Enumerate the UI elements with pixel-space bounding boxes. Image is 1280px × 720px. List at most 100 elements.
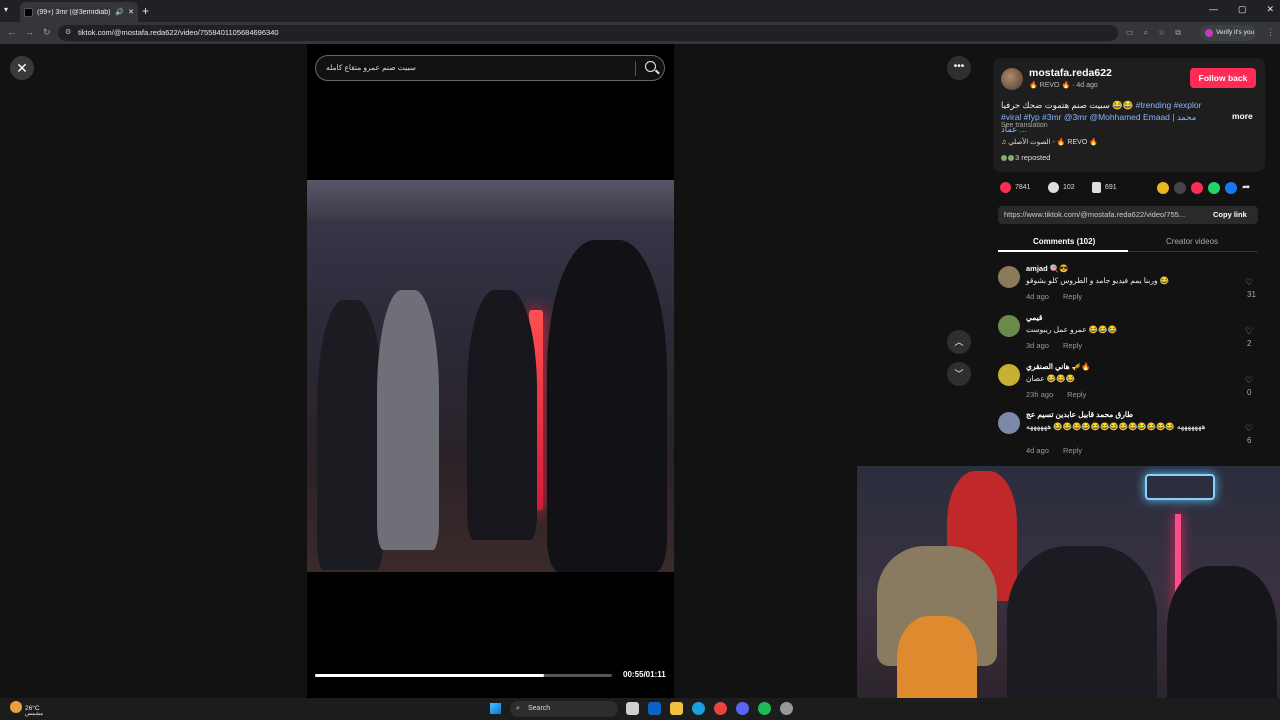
- action-bar: 7841 102 691 ➦: [1000, 182, 1260, 198]
- bookmark-icon: [1092, 182, 1101, 193]
- site-info-icon[interactable]: ⚙: [65, 28, 71, 36]
- comment-avatar[interactable]: [998, 315, 1020, 337]
- comment-avatar[interactable]: [998, 412, 1020, 434]
- extensions-icon[interactable]: ⧉: [1175, 28, 1181, 38]
- comment-item: هاني الصنقري 🎺🔥 عصان 😂😂😂 23h ago Reply ♡ …: [998, 362, 1260, 410]
- zoom-icon[interactable]: ⌕: [1144, 28, 1148, 38]
- search-icon: ⌕: [516, 705, 520, 712]
- comment-author[interactable]: هاني الصنقري 🎺🔥: [1026, 362, 1090, 371]
- weather-widget[interactable]: 26°C مشمس: [10, 701, 43, 717]
- tab-close-icon[interactable]: ✕: [128, 8, 134, 16]
- spotify-icon[interactable]: [758, 702, 771, 715]
- url-field[interactable]: ⚙ tiktok.com/@mostafa.reda622/video/7558…: [58, 25, 1118, 41]
- comment-heart-icon[interactable]: ♡: [1245, 375, 1253, 386]
- video-frame[interactable]: [307, 180, 674, 572]
- taskbar-search-label: Search: [528, 705, 551, 712]
- comment-text: عمرو عمل ريبوست 😂😂😂: [1026, 325, 1117, 334]
- app-icon[interactable]: [780, 702, 793, 715]
- share-arrow-icon[interactable]: ➦: [1242, 182, 1254, 194]
- address-icons: ▭ ⌕ ☆ ⧉: [1126, 28, 1181, 38]
- time-display: 00:55/01:11: [623, 670, 666, 679]
- comment-avatar[interactable]: [998, 364, 1020, 386]
- whatsapp-icon[interactable]: [1208, 182, 1220, 194]
- avatar[interactable]: [1001, 68, 1023, 90]
- maximize-icon[interactable]: ▢: [1238, 4, 1247, 15]
- next-video-button[interactable]: ﹀: [947, 362, 971, 386]
- comment-author[interactable]: طارق محمد قابيل عابدين تسيم عج: [1026, 410, 1133, 419]
- more-button[interactable]: more: [1232, 111, 1253, 121]
- caption: سبيت صنم هتموت ضحك حرفيا 😂😂 #trending #e…: [1001, 99, 1206, 135]
- discord-icon[interactable]: [736, 702, 749, 715]
- verify-button[interactable]: Verify it's you: [1200, 25, 1256, 41]
- comment-heart-icon[interactable]: ♡: [1245, 423, 1253, 434]
- more-options-button[interactable]: •••: [947, 56, 971, 80]
- file-explorer-icon[interactable]: [670, 702, 683, 715]
- cast-icon[interactable]: ▭: [1126, 28, 1134, 38]
- chrome-icon[interactable]: [714, 702, 727, 715]
- new-tab-button[interactable]: +: [142, 4, 149, 18]
- back-icon[interactable]: ←: [7, 27, 16, 37]
- forward-icon[interactable]: →: [25, 27, 34, 37]
- comment-avatar[interactable]: [998, 266, 1020, 288]
- follow-back-button[interactable]: Follow back: [1190, 68, 1256, 88]
- person-figure: [1167, 566, 1277, 720]
- comment-text: عصان 😂😂😂: [1026, 374, 1075, 383]
- send-icon[interactable]: [1191, 182, 1203, 194]
- comment-time: 4d ago: [1026, 446, 1049, 455]
- comment-author[interactable]: قيمي: [1026, 313, 1042, 322]
- like-button[interactable]: 7841: [1000, 182, 1031, 193]
- comment-heart-icon[interactable]: ♡: [1245, 326, 1253, 337]
- repost-icon[interactable]: [1157, 182, 1169, 194]
- browser-tab[interactable]: (99+) 3mr (@3emrdiab) | TikTok 🔊 ✕: [20, 2, 138, 22]
- speaker-icon[interactable]: 🔊: [115, 8, 124, 16]
- comment-button[interactable]: 102: [1048, 182, 1075, 193]
- video-player[interactable]: سبيت صنم عمرو متقاع كامله 00:55/01:11: [307, 44, 674, 698]
- reply-button[interactable]: Reply: [1063, 341, 1082, 350]
- tab-creator-videos[interactable]: Creator videos: [1166, 237, 1218, 246]
- embed-icon[interactable]: [1174, 182, 1186, 194]
- reply-button[interactable]: Reply: [1063, 446, 1082, 455]
- search-icon[interactable]: [645, 61, 656, 72]
- active-tab-indicator: [998, 250, 1128, 252]
- progress-bar[interactable]: [315, 674, 612, 677]
- neon-hex-light: [1145, 474, 1215, 500]
- share-buttons: ➦: [1157, 182, 1254, 194]
- window-close-icon[interactable]: ✕: [1266, 4, 1274, 15]
- tab-list-icon[interactable]: ▾: [4, 5, 8, 14]
- tab-comments[interactable]: Comments (102): [1033, 237, 1095, 246]
- reply-button[interactable]: Reply: [1063, 292, 1082, 301]
- person-figure: [467, 290, 537, 540]
- person-figure: [377, 290, 439, 550]
- search-input[interactable]: سبيت صنم عمرو متقاع كامله: [326, 63, 416, 72]
- taskbar-search[interactable]: ⌕ Search: [510, 701, 618, 717]
- outlook-icon[interactable]: [648, 702, 661, 715]
- comment-item: amjad 🍭😎 وربنا يمم فيديو جامد و الطروس ك…: [998, 264, 1260, 312]
- reload-icon[interactable]: ↻: [43, 27, 51, 38]
- copy-link-button[interactable]: Copy link: [1213, 210, 1247, 219]
- reposted-info[interactable]: 3 reposted: [1001, 153, 1050, 162]
- username[interactable]: mostafa.reda622: [1029, 67, 1112, 79]
- search-bar[interactable]: سبيت صنم عمرو متقاع كامله: [315, 55, 665, 81]
- save-button[interactable]: 691: [1092, 182, 1117, 193]
- minimize-icon[interactable]: —: [1209, 4, 1218, 15]
- facebook-icon[interactable]: [1225, 182, 1237, 194]
- start-icon[interactable]: [490, 703, 501, 714]
- comment-item: طارق محمد قابيل عابدين تسيم عج هههههههه …: [998, 410, 1260, 458]
- comment-heart-icon[interactable]: ♡: [1245, 277, 1253, 288]
- caption-text: سبيت صنم هتموت ضحك حرفيا 😂😂: [1001, 100, 1134, 110]
- comment-meta: 4d ago Reply: [1026, 292, 1096, 301]
- edge-icon[interactable]: [692, 702, 705, 715]
- see-translation-link[interactable]: See translation: [1001, 122, 1048, 129]
- close-video-button[interactable]: ✕: [10, 56, 34, 80]
- bookmark-star-icon[interactable]: ☆: [1158, 28, 1165, 38]
- task-view-icon[interactable]: [626, 702, 639, 715]
- comment-author[interactable]: amjad 🍭😎: [1026, 264, 1068, 273]
- person-figure: [1007, 546, 1157, 720]
- music-link[interactable]: ♫ الصوت الأصلي - 🔥 REVO 🔥: [1001, 138, 1098, 146]
- ceiling: [307, 180, 674, 220]
- browser-menu-icon[interactable]: ⋮: [1266, 27, 1275, 38]
- heart-icon: [1000, 182, 1011, 193]
- reply-button[interactable]: Reply: [1067, 390, 1086, 399]
- verify-label: Verify it's you: [1216, 29, 1255, 36]
- previous-video-button[interactable]: ︿: [947, 330, 971, 354]
